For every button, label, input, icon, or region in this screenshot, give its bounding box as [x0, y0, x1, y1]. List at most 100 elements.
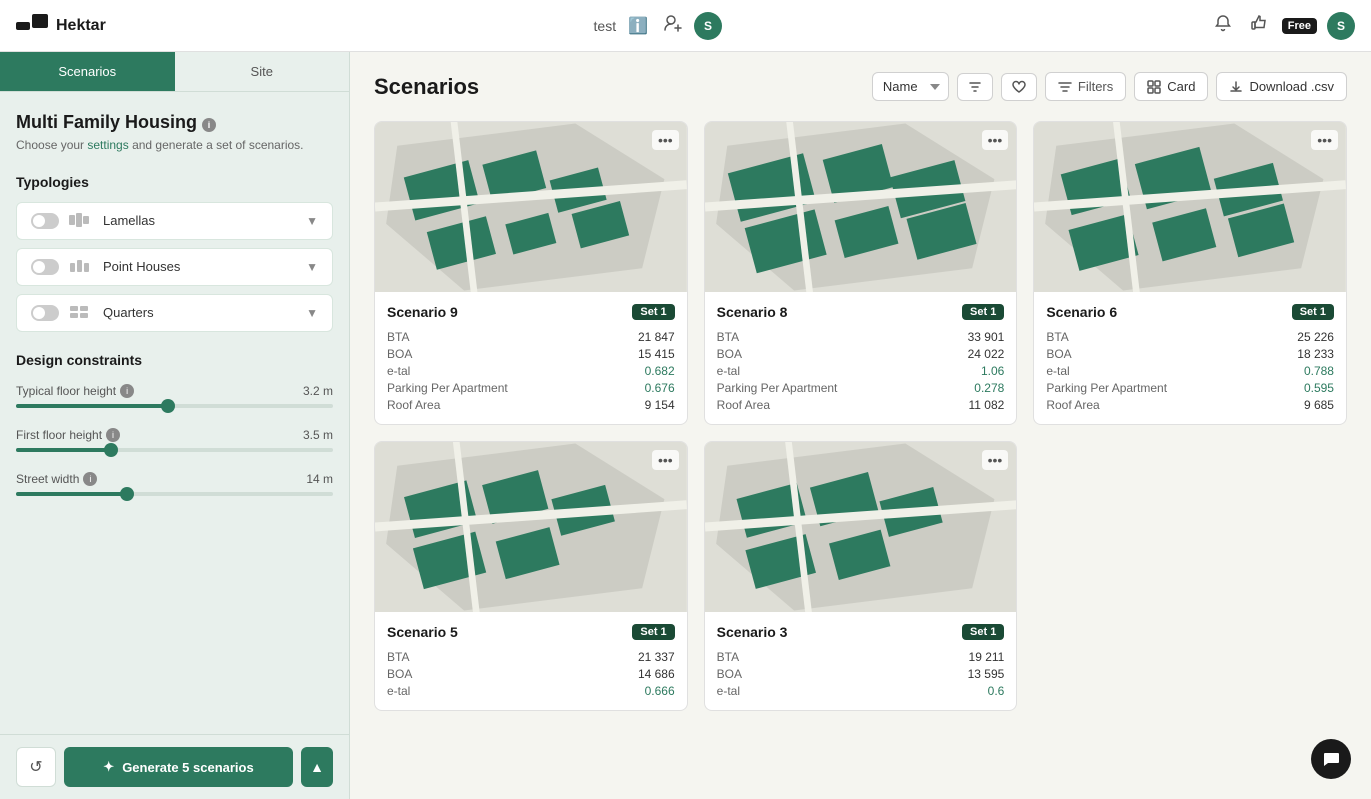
scenario-3-stats: BTA19 211 BOA13 595 e-tal0.6 [717, 650, 1005, 698]
scenario-8-name: Scenario 8 [717, 304, 788, 320]
stat-row: Roof Area11 082 [717, 398, 1005, 412]
add-user-icon[interactable] [660, 10, 686, 41]
sidebar: Scenarios Site Multi Family Housing i Ch… [0, 52, 350, 799]
stat-row: BTA33 901 [717, 330, 1005, 344]
scenario-5-menu-button[interactable]: ••• [652, 450, 679, 470]
floor-height-slider-track[interactable] [16, 404, 333, 408]
stat-row: Roof Area9 685 [1046, 398, 1334, 412]
scenario-5-stats: BTA21 337 BOA14 686 e-tal0.666 [387, 650, 675, 698]
stat-row: BOA14 686 [387, 667, 675, 681]
stat-row: Parking Per Apartment0.595 [1046, 381, 1334, 395]
scenario-9-info: Scenario 9 Set 1 BTA21 847 BOA15 415 e-t… [375, 292, 687, 424]
scenario-8-header-row: Scenario 8 Set 1 [717, 304, 1005, 320]
project-subtitle: Choose your settings and generate a set … [16, 137, 333, 154]
generate-expand-button[interactable]: ▲ [301, 747, 333, 787]
project-name: test [594, 18, 617, 34]
scenario-8-menu-button[interactable]: ••• [982, 130, 1009, 150]
generate-button[interactable]: ✦ Generate 5 scenarios [64, 747, 293, 787]
floor-height-slider-thumb[interactable] [161, 399, 175, 413]
first-floor-slider-thumb[interactable] [104, 443, 118, 457]
constraint-label-floor: Typical floor height i [16, 384, 134, 398]
stat-row: e-tal0.682 [387, 364, 675, 378]
street-width-slider-fill [16, 492, 127, 496]
card-view-button[interactable]: Card [1134, 72, 1208, 101]
stat-row: BOA15 415 [387, 347, 675, 361]
scenario-5-header-row: Scenario 5 Set 1 [387, 624, 675, 640]
scenario-map-6: ••• [1034, 122, 1346, 292]
user-avatar-center[interactable]: S [694, 12, 722, 40]
lamellas-toggle[interactable] [31, 213, 59, 229]
scenario-9-stats: BTA21 847 BOA15 415 e-tal0.682 Parking P… [387, 330, 675, 412]
scenario-card-6: ••• Scenario 6 Set 1 BTA25 226 BOA18 233… [1033, 121, 1347, 425]
street-width-info-icon[interactable]: i [83, 472, 97, 486]
tab-site[interactable]: Site [175, 52, 350, 91]
download-label: Download .csv [1249, 79, 1334, 94]
info-icon[interactable]: ℹ️ [624, 12, 652, 40]
design-constraints-title: Design constraints [16, 352, 333, 368]
scenario-8-set-badge: Set 1 [962, 304, 1004, 320]
stat-row: BOA18 233 [1046, 347, 1334, 361]
sidebar-footer: ↺ ✦ Generate 5 scenarios ▲ [0, 734, 349, 799]
constraint-value-floor: 3.2 m [303, 384, 333, 398]
filters-button[interactable]: Filters [1045, 72, 1126, 101]
stat-row: e-tal0.666 [387, 684, 675, 698]
scenario-6-set-badge: Set 1 [1292, 304, 1334, 320]
point-houses-chevron-icon: ▼ [306, 260, 318, 274]
scenario-5-set-badge: Set 1 [632, 624, 674, 640]
stat-row: Parking Per Apartment0.278 [717, 381, 1005, 395]
typology-quarters[interactable]: Quarters ▼ [16, 294, 333, 332]
user-avatar[interactable]: S [1327, 12, 1355, 40]
typology-point-houses[interactable]: Point Houses ▼ [16, 248, 333, 286]
scenario-card-3: ••• Scenario 3 Set 1 BTA19 211 BOA13 595… [704, 441, 1018, 711]
scenario-card-9: ••• Scenario 9 Set 1 BTA21 847 BOA15 415… [374, 121, 688, 425]
scenario-3-name: Scenario 3 [717, 624, 788, 640]
download-csv-button[interactable]: Download .csv [1216, 72, 1347, 101]
constraint-value-street: 14 m [306, 472, 333, 486]
constraint-header-floor: Typical floor height i 3.2 m [16, 384, 333, 398]
generate-icon: ✦ [103, 759, 114, 775]
card-label: Card [1167, 79, 1195, 94]
floor-height-info-icon[interactable]: i [120, 384, 134, 398]
scenarios-title: Scenarios [374, 74, 479, 100]
generate-label: Generate 5 scenarios [122, 760, 254, 775]
scenario-map-9: ••• [375, 122, 687, 292]
history-button[interactable]: ↺ [16, 747, 56, 787]
sort-direction-button[interactable] [957, 73, 993, 101]
scenario-9-menu-button[interactable]: ••• [652, 130, 679, 150]
floor-height-slider-fill [16, 404, 168, 408]
lamellas-chevron-icon: ▼ [306, 214, 318, 228]
street-width-slider-thumb[interactable] [120, 487, 134, 501]
first-floor-slider-track[interactable] [16, 448, 333, 452]
scenario-6-stats: BTA25 226 BOA18 233 e-tal0.788 Parking P… [1046, 330, 1334, 412]
app-name: Hektar [56, 17, 106, 35]
stat-row: BTA21 847 [387, 330, 675, 344]
lamellas-icon [69, 213, 93, 229]
typology-lamellas[interactable]: Lamellas ▼ [16, 202, 333, 240]
constraint-header-street: Street width i 14 m [16, 472, 333, 486]
quarters-toggle[interactable] [31, 305, 59, 321]
street-width-slider-track[interactable] [16, 492, 333, 496]
point-houses-toggle[interactable] [31, 259, 59, 275]
scenario-3-header-row: Scenario 3 Set 1 [717, 624, 1005, 640]
scenario-3-menu-button[interactable]: ••• [982, 450, 1009, 470]
settings-link[interactable]: settings [87, 138, 128, 152]
constraint-value-first-floor: 3.5 m [303, 428, 333, 442]
scenario-6-menu-button[interactable]: ••• [1311, 130, 1338, 150]
notification-icon[interactable] [1210, 10, 1236, 41]
logo-area: Hektar [16, 14, 106, 38]
constraint-header-first-floor: First floor height i 3.5 m [16, 428, 333, 442]
scenario-5-info: Scenario 5 Set 1 BTA21 337 BOA14 686 e-t… [375, 612, 687, 710]
tab-scenarios[interactable]: Scenarios [0, 52, 175, 91]
scenario-6-name: Scenario 6 [1046, 304, 1117, 320]
quarters-chevron-icon: ▼ [306, 306, 318, 320]
favorite-button[interactable] [1001, 73, 1037, 101]
point-houses-icon [69, 259, 93, 275]
first-floor-info-icon[interactable]: i [106, 428, 120, 442]
chat-bubble[interactable] [1311, 739, 1351, 779]
project-title-info-icon[interactable]: i [202, 118, 216, 132]
filters-label: Filters [1078, 79, 1113, 94]
thumbs-up-icon[interactable] [1246, 10, 1272, 41]
scenarios-header: Scenarios Name Filters Card [374, 72, 1347, 101]
stat-row: BTA25 226 [1046, 330, 1334, 344]
sort-select[interactable]: Name [872, 72, 949, 101]
